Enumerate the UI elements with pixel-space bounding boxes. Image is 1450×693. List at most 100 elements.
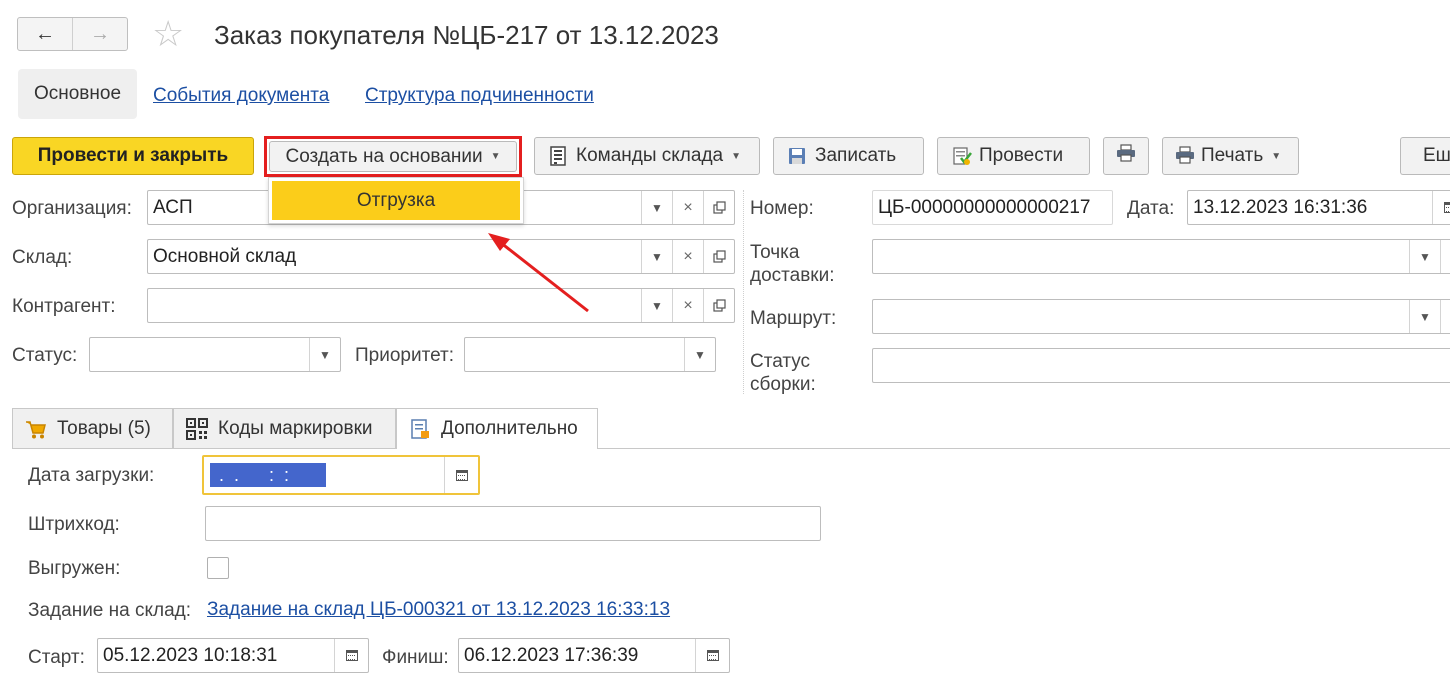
- caret-down-icon: ▼: [731, 150, 742, 162]
- qr-icon: [186, 417, 208, 440]
- more-button[interactable]: Еш: [1400, 137, 1450, 175]
- organization-label: Организация:: [12, 198, 132, 219]
- date-value[interactable]: 13.12.2023 16:31:36: [1188, 197, 1432, 219]
- warehouse-doc-icon: [549, 146, 567, 166]
- annotation-arrow-icon: [488, 233, 589, 313]
- tab-goods-label: Товары (5): [57, 417, 151, 439]
- create-based-on-button[interactable]: Создать на основании ▼: [269, 141, 517, 172]
- assembly-status-field[interactable]: [872, 348, 1450, 383]
- load-date-label: Дата загрузки:: [28, 465, 155, 486]
- page-title: Заказ покупателя №ЦБ-217 от 13.12.2023: [214, 20, 719, 50]
- favorite-star-icon[interactable]: ☆: [152, 16, 184, 52]
- tab-additional[interactable]: Дополнительно: [396, 408, 598, 449]
- calendar-icon[interactable]: [1432, 191, 1450, 224]
- warehouse-commands-button[interactable]: Команды склада ▼: [534, 137, 760, 175]
- cart-icon: [25, 418, 47, 440]
- dropdown-arrow-icon[interactable]: ▼: [684, 338, 715, 371]
- notepad-icon: [409, 418, 431, 440]
- warehouse-label: Склад:: [12, 247, 73, 268]
- open-icon[interactable]: [703, 240, 734, 273]
- unloaded-label: Выгружен:: [28, 558, 121, 579]
- priority-field[interactable]: ▼: [464, 337, 716, 372]
- dropdown-arrow-icon[interactable]: ▼: [641, 289, 672, 322]
- date-field[interactable]: 13.12.2023 16:31:36: [1187, 190, 1450, 225]
- start-field[interactable]: 05.12.2023 10:18:31: [97, 638, 369, 673]
- tab-marking-codes-label: Коды маркировки: [218, 417, 373, 439]
- warehouse-task-label: Задание на склад:: [28, 600, 192, 621]
- tab-additional-label: Дополнительно: [441, 418, 578, 439]
- create-based-on-label: Создать на основании: [285, 145, 483, 167]
- number-label: Номер:: [750, 198, 814, 219]
- post-document-icon: [952, 146, 972, 166]
- nav-buttons: ← →: [17, 17, 128, 51]
- date-label: Дата:: [1127, 198, 1175, 219]
- dropdown-arrow-icon[interactable]: ▼: [309, 338, 340, 371]
- counterparty-label: Контрагент:: [12, 296, 116, 317]
- number-value[interactable]: ЦБ-00000000000000217: [873, 197, 1112, 219]
- unloaded-checkbox[interactable]: [207, 557, 229, 579]
- calendar-icon[interactable]: [695, 639, 729, 672]
- open-icon[interactable]: [703, 191, 734, 224]
- printer-icon: [1175, 146, 1194, 166]
- route-label: Маршрут:: [750, 308, 837, 329]
- warehouse-field[interactable]: Основной склад ▼ ×: [147, 239, 735, 274]
- start-value[interactable]: 05.12.2023 10:18:31: [98, 645, 334, 667]
- warehouse-commands-label: Команды склада: [576, 145, 724, 166]
- post-and-close-button[interactable]: Провести и закрыть: [12, 137, 254, 175]
- finish-field[interactable]: 06.12.2023 17:36:39: [458, 638, 730, 673]
- tab-subordination-structure[interactable]: Структура подчиненности: [365, 85, 594, 107]
- clear-icon[interactable]: ×: [1440, 300, 1450, 333]
- number-field[interactable]: ЦБ-00000000000000217: [872, 190, 1113, 225]
- save-label: Записать: [815, 145, 897, 166]
- post-label: Провести: [979, 145, 1064, 166]
- assembly-status-label: Статус сборки:: [750, 351, 816, 395]
- counterparty-field[interactable]: ▼ ×: [147, 288, 735, 323]
- barcode-label: Штрихкод:: [28, 514, 120, 535]
- clear-icon[interactable]: ×: [672, 191, 703, 224]
- floppy-disk-icon: [788, 146, 806, 166]
- post-button[interactable]: Провести: [937, 137, 1090, 175]
- tab-marking-codes[interactable]: Коды маркировки: [173, 408, 396, 448]
- arrow-right-icon: →: [90, 22, 110, 45]
- calendar-icon[interactable]: [444, 457, 478, 493]
- save-button[interactable]: Записать: [773, 137, 924, 175]
- print-label: Печать: [1201, 145, 1264, 166]
- back-button[interactable]: ←: [18, 18, 73, 50]
- finish-label: Финиш:: [382, 647, 449, 668]
- forward-button[interactable]: →: [73, 18, 127, 50]
- status-label: Статус:: [12, 345, 78, 366]
- delivery-point-label: Точка доставки:: [750, 242, 835, 286]
- caret-down-icon: ▼: [1271, 150, 1282, 162]
- dropdown-arrow-icon[interactable]: ▼: [1409, 300, 1440, 333]
- create-based-on-menu: Отгрузка: [268, 177, 524, 224]
- caret-down-icon: ▼: [490, 151, 501, 162]
- tab-goods[interactable]: Товары (5): [12, 408, 173, 448]
- route-field[interactable]: ▼ ×: [872, 299, 1450, 334]
- start-label: Старт:: [28, 647, 85, 668]
- tab-main[interactable]: Основное: [18, 69, 137, 119]
- printer-icon: [1116, 144, 1136, 168]
- clear-icon[interactable]: ×: [1440, 240, 1450, 273]
- status-field[interactable]: ▼: [89, 337, 341, 372]
- priority-label: Приоритет:: [355, 345, 454, 366]
- dropdown-arrow-icon[interactable]: ▼: [641, 191, 672, 224]
- column-divider: [743, 190, 744, 394]
- arrow-left-icon: ←: [35, 22, 55, 45]
- load-date-field[interactable]: . . : :: [202, 455, 480, 495]
- warehouse-task-link[interactable]: Задание на склад ЦБ-000321 от 13.12.2023…: [207, 599, 670, 621]
- print-menu-button[interactable]: Печать ▼: [1162, 137, 1299, 175]
- menu-item-shipment[interactable]: Отгрузка: [272, 181, 520, 220]
- delivery-point-field[interactable]: ▼ ×: [872, 239, 1450, 274]
- finish-value[interactable]: 06.12.2023 17:36:39: [459, 645, 695, 667]
- dropdown-arrow-icon[interactable]: ▼: [1409, 240, 1440, 273]
- load-date-value[interactable]: . . : :: [210, 463, 326, 487]
- open-icon[interactable]: [703, 289, 734, 322]
- barcode-field[interactable]: [205, 506, 821, 541]
- tab-document-events[interactable]: События документа: [153, 85, 329, 107]
- calendar-icon[interactable]: [334, 639, 368, 672]
- clear-icon[interactable]: ×: [672, 289, 703, 322]
- clear-icon[interactable]: ×: [672, 240, 703, 273]
- dropdown-arrow-icon[interactable]: ▼: [641, 240, 672, 273]
- tabs-baseline: [12, 448, 1450, 449]
- print-quick-button[interactable]: [1103, 137, 1149, 175]
